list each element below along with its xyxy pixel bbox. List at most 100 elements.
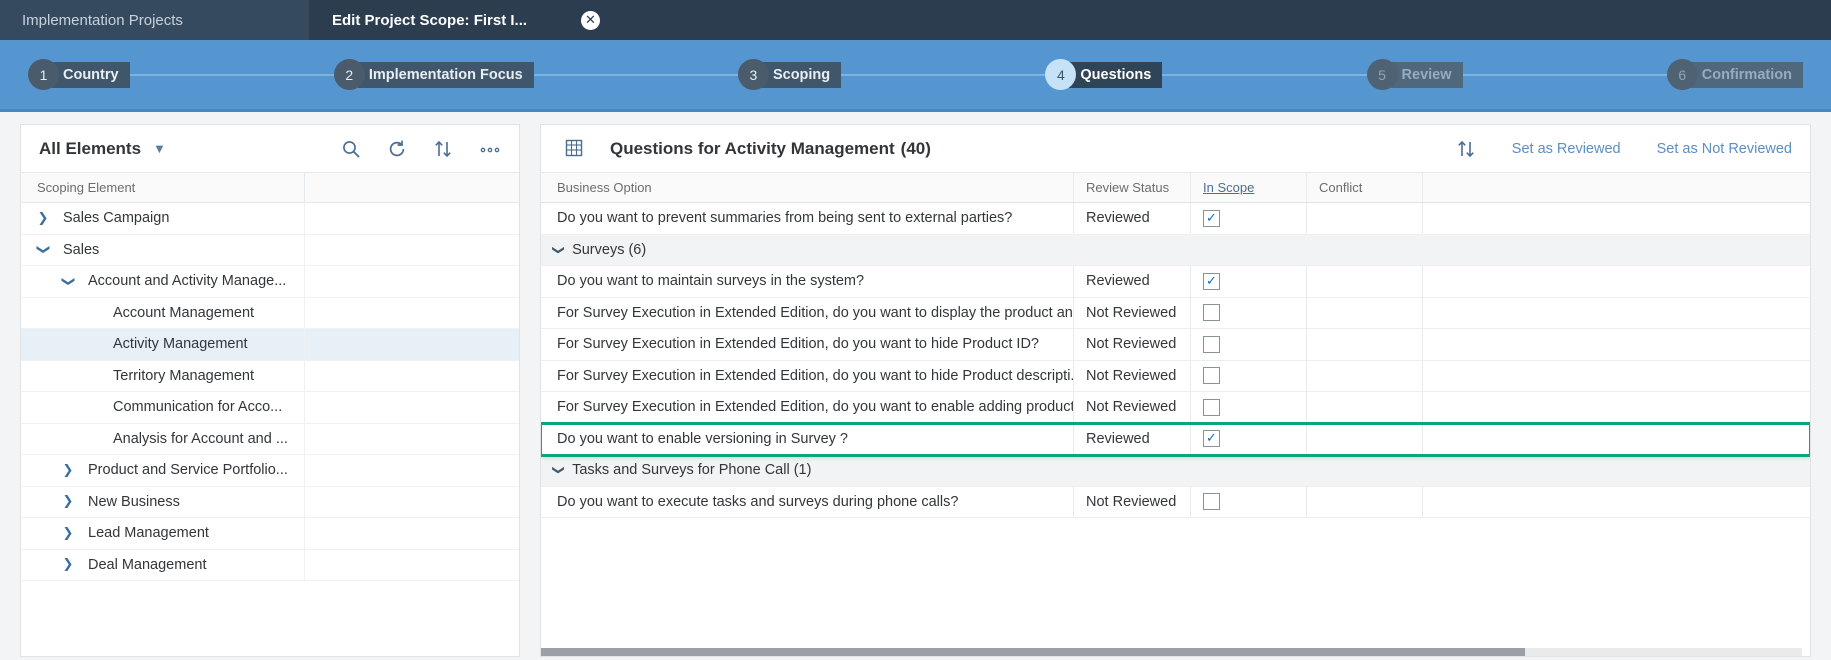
tree-row-secondary [304, 392, 519, 423]
refresh-icon[interactable] [387, 139, 407, 159]
table-row[interactable]: Do you want to execute tasks and surveys… [541, 486, 1810, 518]
group-row-label: Tasks and Surveys for Phone Call (1) [572, 462, 812, 479]
tab-label: Edit Project Scope: First I... [332, 11, 528, 29]
table-icon[interactable] [563, 138, 585, 160]
chevron-right-icon[interactable]: ❯ [60, 557, 76, 572]
chevron-right-icon[interactable]: ❯ [60, 526, 76, 541]
wizard-step-implementation-focus[interactable]: 2 Implementation Focus [333, 59, 534, 90]
cell-business-option: Do you want to enable versioning in Surv… [557, 430, 848, 447]
wizard-step-review[interactable]: 5 Review [1366, 59, 1463, 90]
cell-review-status: Reviewed [1073, 203, 1190, 234]
in-scope-checkbox[interactable]: ✓ [1203, 272, 1220, 290]
wizard-step-questions[interactable]: 4 Questions [1045, 59, 1163, 90]
wizard-step-label: Confirmation [1690, 61, 1803, 88]
chevron-down-icon[interactable]: ▼ [153, 141, 166, 156]
tree-row-label: Account and Activity Manage... [88, 273, 287, 290]
cell-conflict [1306, 360, 1422, 391]
tree-row[interactable]: Analysis for Account and ... [21, 423, 519, 455]
set-as-reviewed-button[interactable]: Set as Reviewed [1512, 141, 1621, 157]
close-icon[interactable]: ✕ [581, 10, 600, 30]
tab-bar-filler [622, 0, 1831, 40]
tree-row-secondary [304, 549, 519, 580]
chevron-down-icon[interactable]: ❯ [552, 465, 566, 475]
chevron-down-icon[interactable]: ❯ [36, 242, 51, 258]
in-scope-checkbox[interactable]: ✓ [1203, 430, 1220, 448]
sort-icon[interactable] [433, 139, 453, 159]
tree-row[interactable]: ❯ Account and Activity Manage... [21, 266, 519, 298]
table-group-row[interactable]: ❯ Surveys (6) [541, 234, 1810, 266]
in-scope-checkbox[interactable] [1203, 335, 1220, 353]
in-scope-checkbox[interactable] [1203, 493, 1220, 511]
wizard-connector [1162, 73, 1367, 76]
tree-row[interactable]: ❯ Sales [21, 234, 519, 266]
overflow-icon[interactable] [479, 139, 501, 159]
cell-in-scope: ✓ [1190, 266, 1306, 297]
tab-implementation-projects[interactable]: Implementation Projects [0, 0, 310, 40]
table-row[interactable]: Do you want to prevent summaries from be… [541, 203, 1810, 235]
search-icon[interactable] [341, 139, 361, 159]
cell-review-status: Not Reviewed [1073, 486, 1190, 517]
scoping-panel-header: All Elements ▼ [21, 125, 519, 173]
column-review-status[interactable]: Review Status [1073, 173, 1190, 202]
sort-icon[interactable] [1456, 139, 1476, 159]
tree-row-label: Analysis for Account and ... [113, 430, 288, 447]
tree-row[interactable]: ❯ New Business [21, 486, 519, 518]
chevron-right-icon[interactable]: ❯ [60, 463, 76, 478]
set-as-not-reviewed-button[interactable]: Set as Not Reviewed [1657, 141, 1792, 157]
cell-in-scope [1190, 486, 1306, 517]
wizard-step-scoping[interactable]: 3 Scoping [737, 59, 842, 90]
cell-business-option: Do you want to maintain surveys in the s… [557, 273, 865, 290]
column-conflict[interactable]: Conflict [1306, 173, 1422, 202]
table-row[interactable]: For Survey Execution in Extended Edition… [541, 329, 1810, 361]
tree-row[interactable]: Territory Management [21, 360, 519, 392]
tree-row-label: Product and Service Portfolio... [88, 462, 288, 479]
table-row[interactable]: For Survey Execution in Extended Edition… [541, 392, 1810, 424]
chevron-right-icon[interactable]: ❯ [35, 211, 51, 226]
tree-row-secondary [304, 423, 519, 454]
wizard-step-number: 5 [1366, 59, 1398, 90]
tree-row[interactable]: ❯ Sales Campaign [21, 203, 519, 235]
column-in-scope[interactable]: In Scope [1190, 173, 1306, 202]
scoping-panel-title: All Elements [39, 138, 142, 158]
cell-spacer [1422, 297, 1810, 328]
scoping-element-tree: ❯ Sales Campaign ❯ Sales ❯ Account and Activi… [21, 203, 519, 656]
cell-conflict [1306, 203, 1422, 234]
wizard-step-country[interactable]: 1 Country [28, 59, 130, 90]
work-area: All Elements ▼ Scoping Element ❯ Sales C… [0, 112, 1831, 657]
tree-row-main: ❯ New Business [21, 487, 304, 518]
table-row[interactable]: For Survey Execution in Extended Edition… [541, 360, 1810, 392]
cell-business-option: For Survey Execution in Extended Edition… [557, 304, 1073, 321]
in-scope-checkbox[interactable] [1203, 304, 1220, 322]
tree-row[interactable]: ❯ Lead Management [21, 518, 519, 550]
table-row[interactable]: For Survey Execution in Extended Edition… [541, 297, 1810, 329]
tree-row[interactable]: Activity Management [21, 329, 519, 361]
group-row-label: Surveys (6) [572, 241, 647, 258]
in-scope-checkbox[interactable]: ✓ [1203, 209, 1220, 227]
tree-row[interactable]: ❯ Deal Management [21, 549, 519, 581]
wizard-progress-bar: 1 Country 2 Implementation Focus 3 Scopi… [0, 40, 1831, 112]
table-row[interactable]: Do you want to enable versioning in Surv… [541, 421, 1810, 457]
tree-row[interactable]: Account Management [21, 297, 519, 329]
tree-row[interactable]: ❯ Product and Service Portfolio... [21, 455, 519, 487]
in-scope-checkbox[interactable] [1203, 398, 1220, 416]
tree-row-secondary [304, 518, 519, 549]
chevron-right-icon[interactable]: ❯ [60, 494, 76, 509]
horizontal-scrollbar[interactable] [541, 646, 1810, 656]
tab-edit-project-scope[interactable]: Edit Project Scope: First I... ✕ [310, 0, 622, 40]
cell-in-scope [1190, 297, 1306, 328]
in-scope-checkbox[interactable] [1203, 367, 1220, 385]
tree-row[interactable]: Communication for Acco... [21, 392, 519, 424]
wizard-connector [841, 73, 1046, 76]
chevron-down-icon[interactable]: ❯ [552, 245, 566, 255]
wizard-step-confirmation[interactable]: 6 Confirmation [1666, 59, 1803, 90]
cell-spacer [1422, 329, 1810, 360]
tree-row-secondary [304, 329, 519, 360]
chevron-down-icon[interactable]: ❯ [61, 273, 76, 289]
table-row[interactable]: Do you want to maintain surveys in the s… [541, 266, 1810, 298]
table-group-row[interactable]: ❯ Tasks and Surveys for Phone Call (1) [541, 455, 1810, 487]
cell-in-scope: ✓ [1190, 423, 1306, 454]
column-business-option[interactable]: Business Option [541, 173, 1073, 202]
cell-review-status: Not Reviewed [1073, 329, 1190, 360]
scrollbar-thumb[interactable] [541, 648, 1525, 656]
tree-column-empty [304, 173, 519, 202]
